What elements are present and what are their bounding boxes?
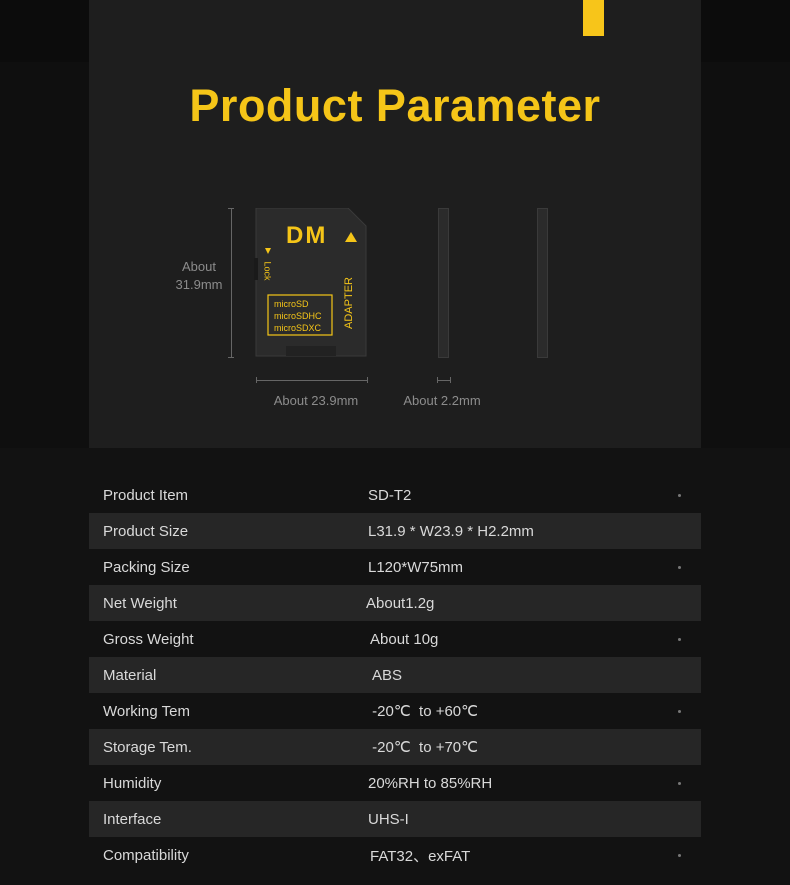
spec-label: Interface xyxy=(103,810,162,828)
spec-label: Gross Weight xyxy=(103,630,194,648)
width-dimension-tick-left xyxy=(256,377,257,383)
height-dimension-tick-top xyxy=(228,208,234,209)
spec-row-compatibility: Compatibility FAT32、exFAT xyxy=(89,837,701,873)
page-title: Product Parameter xyxy=(189,80,601,131)
height-dimension-line2: 31.9mm xyxy=(175,277,223,292)
spec-label: Net Weight xyxy=(103,594,177,612)
accent-tab xyxy=(583,0,604,36)
spec-label: Packing Size xyxy=(103,558,190,576)
width-dimension-tick-right xyxy=(367,377,368,383)
height-dimension-label: About 31.9mm xyxy=(168,258,230,294)
sd-adapter-front: DM Lock microSD microSDHC microSDXC ADAP… xyxy=(254,207,368,363)
spec-row-product-item: Product Item SD-T2 xyxy=(89,477,701,513)
sd-adapter-side-view xyxy=(438,208,449,358)
lock-label: Lock xyxy=(262,261,273,281)
width-dimension-label: About 23.9mm xyxy=(273,393,359,408)
brand-logo: DM xyxy=(286,222,328,249)
thickness-dimension-label: About 2.2mm xyxy=(403,393,481,408)
sd-adapter-edge-view xyxy=(537,208,548,358)
spec-label: Material xyxy=(103,666,157,684)
spec-label: Product Size xyxy=(103,522,189,540)
spec-value: L120*W75mm xyxy=(368,558,464,576)
spec-value: L31.9 * W23.9 * H2.2mm xyxy=(368,522,534,540)
hero-panel xyxy=(89,0,701,448)
spec-row-storage-temperature: Storage Tem. -20℃ to +70℃ xyxy=(89,729,701,765)
spec-label: Humidity xyxy=(103,774,162,792)
height-dimension-line1: About xyxy=(182,259,216,274)
spec-row-humidity: Humidity 20%RH to 85%RH xyxy=(89,765,701,801)
spec-row-product-size: Product Size L31.9 * W23.9 * H2.2mm xyxy=(89,513,701,549)
spec-value: About1.2g xyxy=(366,594,435,612)
spec-value: About 10g xyxy=(370,630,439,648)
format-microsd: microSD xyxy=(274,299,309,309)
spec-label: Compatibility xyxy=(103,846,189,864)
spec-value: FAT32、exFAT xyxy=(370,847,471,865)
spec-row-packing-size: Packing Size L120*W75mm xyxy=(89,549,701,585)
format-microsdhc: microSDHC xyxy=(274,311,322,321)
bullet-dot xyxy=(678,710,681,713)
spec-value: UHS-I xyxy=(368,810,409,828)
spec-row-material: Material ABS xyxy=(89,657,701,693)
bullet-dot xyxy=(678,854,681,857)
width-dimension-line xyxy=(256,380,368,381)
thickness-dimension-tick-left xyxy=(437,377,438,383)
height-dimension-line xyxy=(231,208,232,358)
bullet-dot xyxy=(678,782,681,785)
format-microsdxc: microSDXC xyxy=(274,323,322,333)
spec-label: Product Item xyxy=(103,486,189,504)
thickness-dimension-tick-right xyxy=(450,377,451,383)
spec-row-interface: Interface UHS-I xyxy=(89,801,701,837)
spec-value: SD-T2 xyxy=(368,486,412,504)
spec-value: -20℃ to +70℃ xyxy=(368,739,478,756)
spec-table: Product Item SD-T2 Product Size L31.9 * … xyxy=(89,477,701,873)
height-dimension-tick-bottom xyxy=(228,357,234,358)
spec-row-net-weight: Net Weight About1.2g xyxy=(89,585,701,621)
spec-label: Working Tem xyxy=(103,702,190,720)
spec-label: Storage Tem. xyxy=(103,738,192,756)
spec-value: ABS xyxy=(372,666,403,684)
format-list: microSD microSDHC microSDXC xyxy=(274,298,322,334)
spec-row-working-temperature: Working Tem -20℃ to +60℃ xyxy=(89,693,701,729)
spec-value: 20%RH to 85%RH xyxy=(368,774,493,792)
bullet-dot xyxy=(678,566,681,569)
spec-row-gross-weight: Gross Weight About 10g xyxy=(89,621,701,657)
adapter-label: ADAPTER xyxy=(343,277,355,329)
bullet-dot xyxy=(678,638,681,641)
thickness-dimension-line xyxy=(437,380,451,381)
spec-value: -20℃ to +60℃ xyxy=(368,703,478,720)
bullet-dot xyxy=(678,494,681,497)
